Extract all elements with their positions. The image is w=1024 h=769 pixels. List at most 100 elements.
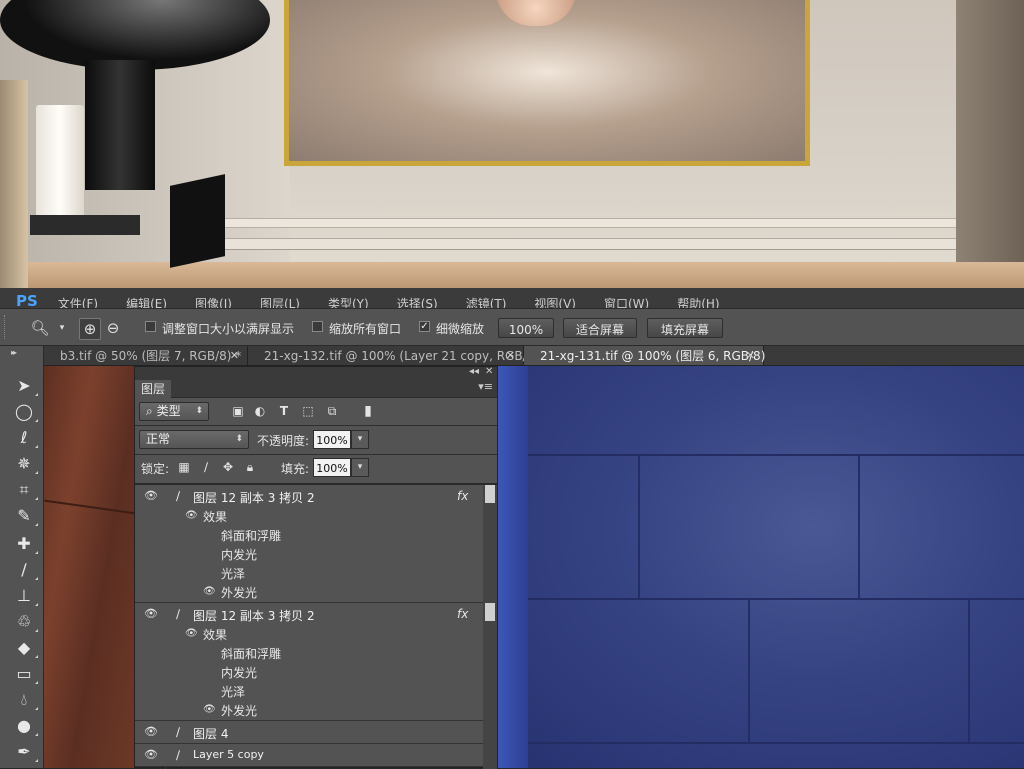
zoom-out-icon[interactable]: ⊖ <box>103 318 123 338</box>
zoom-100-button[interactable]: 100% <box>498 318 554 338</box>
history-brush-tool-icon[interactable]: ♲ <box>12 610 38 634</box>
document-canvas[interactable] <box>498 366 1024 768</box>
layer-row[interactable]: 👁︎ ∕ Layer 5 copy <box>135 744 483 767</box>
blur-tool-icon[interactable]: 💧︎ <box>12 688 38 712</box>
shape-filter-icon[interactable]: ⬚ <box>301 404 315 418</box>
magic-wand-tool-icon[interactable]: ✵ <box>12 452 38 476</box>
pen-tool-icon[interactable]: ✒ <box>12 740 38 764</box>
opacity-label: 不透明度: <box>257 434 310 448</box>
canvas-previous-document[interactable] <box>44 366 136 768</box>
chevron-down-icon[interactable]: ▾ <box>351 458 369 477</box>
move-tool-icon[interactable]: ➤ <box>12 374 38 398</box>
layer-row[interactable]: 👁︎ ∕ 图层 12 副本 3 拷贝 2 fx 👁︎ 效果 斜面和浮雕 内发光 … <box>135 603 483 721</box>
clone-stamp-tool-icon[interactable]: ⊥ <box>12 584 38 608</box>
resize-windows-checkbox[interactable] <box>145 321 156 332</box>
menu-filter[interactable]: 滤镜(T) <box>466 295 507 309</box>
zoom-in-icon[interactable]: ⊕ <box>79 318 101 340</box>
effect-satin[interactable]: 光泽 <box>221 683 245 700</box>
menu-help[interactable]: 帮助(H) <box>677 295 719 309</box>
eyedropper-tool-icon[interactable]: ✎ <box>12 504 38 528</box>
tab-layers[interactable]: 图层 <box>135 380 172 398</box>
menu-layer[interactable]: 图层(L) <box>260 295 300 309</box>
layer-name[interactable]: Layer 5 copy <box>193 748 264 761</box>
brush-tool-icon[interactable]: ∕ <box>12 558 38 582</box>
tab-21-xg-131[interactable]: 21-xg-131.tif @ 100% (图层 6, RGB/8) ✕ <box>524 346 766 365</box>
options-bar-grip[interactable] <box>4 315 9 339</box>
effect-outer-glow[interactable]: 外发光 <box>221 584 257 601</box>
eye-icon[interactable]: 👁︎ <box>144 607 158 621</box>
chevron-down-icon[interactable]: ▾ <box>52 318 72 338</box>
eraser-tool-icon[interactable]: ◆ <box>12 636 38 660</box>
layer-name[interactable]: 图层 12 副本 3 拷贝 2 <box>193 607 315 624</box>
zoom-all-windows-checkbox[interactable] <box>312 321 323 332</box>
pixel-filter-icon[interactable]: ▣ <box>231 404 245 418</box>
layer-row[interactable]: 👁︎ ∕ 图层 12 副本 3 拷贝 2 fx 👁︎ 效果 斜面和浮雕 内发光 … <box>135 485 483 603</box>
crop-tool-icon[interactable]: ⌗ <box>12 478 38 502</box>
close-panel-icon[interactable]: ✕ <box>485 366 493 377</box>
zoom-tool-preset-icon[interactable]: 🔍︎ <box>30 318 50 338</box>
effect-bevel-emboss[interactable]: 斜面和浮雕 <box>221 527 281 544</box>
filter-toggle-icon[interactable]: ▮ <box>361 404 375 418</box>
adjustment-filter-icon[interactable]: ◐ <box>253 404 267 418</box>
layer-name[interactable]: 图层 4 <box>193 725 228 742</box>
panel-menu-icon[interactable]: ▾≡ <box>478 380 493 393</box>
eye-icon[interactable]: 👁︎ <box>203 704 216 715</box>
effect-satin[interactable]: 光泽 <box>221 565 245 582</box>
fit-screen-button[interactable]: 适合屏幕 <box>563 318 637 338</box>
lock-transparent-icon[interactable]: ▦ <box>177 460 191 474</box>
healing-brush-tool-icon[interactable]: ✚ <box>12 532 38 556</box>
fx-icon[interactable]: fx <box>457 607 468 621</box>
scrollbar-thumb[interactable] <box>485 485 495 503</box>
close-icon[interactable]: ✕ <box>506 346 515 365</box>
panel-title-strip: ◂◂ ✕ <box>135 366 497 380</box>
eye-icon[interactable]: 👁︎ <box>185 628 198 639</box>
menu-window[interactable]: 窗口(W) <box>604 295 649 309</box>
lock-all-icon[interactable]: 🔒︎ <box>243 460 257 474</box>
scrubby-zoom-checkbox[interactable]: ✓ <box>419 321 430 332</box>
effect-inner-glow[interactable]: 内发光 <box>221 664 257 681</box>
close-icon[interactable]: ✕ <box>230 346 239 365</box>
fill-field[interactable]: 100% <box>313 458 351 477</box>
eye-icon[interactable]: 👁︎ <box>144 725 158 739</box>
menu-type[interactable]: 类型(Y) <box>328 295 369 309</box>
effect-bevel-emboss[interactable]: 斜面和浮雕 <box>221 645 281 662</box>
layer-row[interactable]: 👁︎ ∕ 图层 4 <box>135 721 483 744</box>
eye-icon[interactable]: 👁︎ <box>144 489 158 503</box>
blend-mode-value: 正常 <box>146 432 171 446</box>
effect-outer-glow[interactable]: 外发光 <box>221 702 257 719</box>
photo-wall-molding-lower <box>170 238 956 250</box>
eye-icon[interactable]: 👁︎ <box>185 510 198 521</box>
eye-icon[interactable]: 👁︎ <box>144 748 158 762</box>
blend-mode-dropdown[interactable]: 正常 ⬍ <box>139 430 249 449</box>
lasso-tool-icon[interactable]: ℓ <box>12 426 38 450</box>
lock-position-icon[interactable]: ✥ <box>221 460 235 474</box>
menu-file[interactable]: 文件(F) <box>58 295 98 309</box>
collapse-arrows-icon[interactable]: ▸▸ <box>11 348 17 357</box>
close-icon[interactable]: ✕ <box>746 346 755 365</box>
collapse-panel-icon[interactable]: ◂◂ <box>469 366 479 377</box>
layer-name[interactable]: 图层 12 副本 3 拷贝 2 <box>193 489 315 506</box>
fill-screen-button[interactable]: 填充屏幕 <box>647 318 723 338</box>
smart-object-filter-icon[interactable]: ⧉ <box>325 404 339 418</box>
menu-image[interactable]: 图像(I) <box>195 295 232 309</box>
gradient-tool-icon[interactable]: ▭ <box>12 662 38 686</box>
menu-edit[interactable]: 编辑(E) <box>126 295 167 309</box>
scrollbar-thumb[interactable] <box>485 603 495 621</box>
effect-inner-glow[interactable]: 内发光 <box>221 546 257 563</box>
lock-image-icon[interactable]: ∕ <box>199 460 213 474</box>
dodge-tool-icon[interactable]: ● <box>12 714 38 738</box>
fx-icon[interactable]: fx <box>457 489 468 503</box>
opacity-field[interactable]: 100% <box>313 430 351 449</box>
marquee-tool-icon[interactable]: ◯ <box>12 400 38 424</box>
menu-select[interactable]: 选择(S) <box>397 295 438 309</box>
eye-icon[interactable]: 👁︎ <box>203 586 216 597</box>
tab-b3[interactable]: b3.tif @ 50% (图层 7, RGB/8) * ✕ <box>44 346 248 365</box>
tab-21-xg-132[interactable]: 21-xg-132.tif @ 100% (Layer 21 copy, RGB… <box>248 346 539 365</box>
layer-filter-dropdown[interactable]: ⌕ 类型 ⬍ <box>139 402 209 421</box>
tab-label: 21-xg-131.tif @ 100% (图层 6, RGB/8) <box>540 349 766 363</box>
chevron-down-icon[interactable]: ▾ <box>351 430 369 449</box>
type-filter-icon[interactable]: T <box>277 404 291 418</box>
tab-label: 21-xg-132.tif @ 100% (Layer 21 copy, RGB… <box>264 349 539 363</box>
menu-view[interactable]: 视图(V) <box>534 295 576 309</box>
layers-scrollbar[interactable] <box>483 485 497 769</box>
